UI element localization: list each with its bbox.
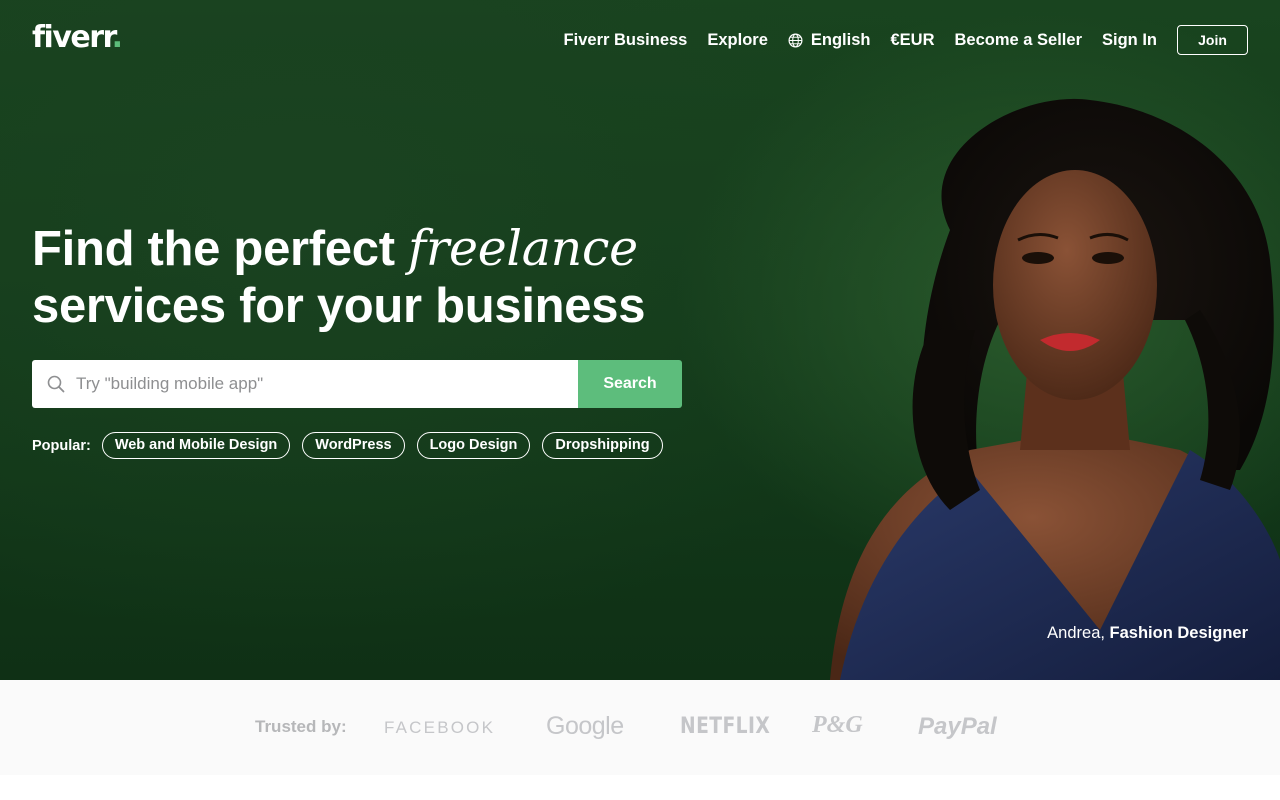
trusted-by-label: Trusted by: <box>255 717 347 736</box>
popular-tag[interactable]: Web and Mobile Design <box>101 432 291 459</box>
globe-icon <box>788 33 803 47</box>
search-button[interactable]: Search <box>578 360 682 408</box>
hero-caption: Andrea, Fashion Designer <box>1047 624 1248 643</box>
nav-explore[interactable]: Explore <box>707 25 768 55</box>
hero-headline: Find the perfect freelance services for … <box>32 220 732 335</box>
caption-name: Andrea, <box>1047 624 1110 642</box>
trusted-by-bar: Trusted by: FACEBOOK Google NETFLIX P&G … <box>0 680 1280 775</box>
pg-logo: P&G <box>812 712 863 738</box>
search-bar: Search <box>32 360 682 408</box>
logo-dot: . <box>111 20 123 55</box>
nav-language[interactable]: English <box>788 25 871 55</box>
search-input[interactable] <box>76 374 546 394</box>
headline-emphasis: freelance <box>408 220 638 277</box>
search-box[interactable] <box>32 360 578 408</box>
nav-currency[interactable]: €EUR <box>890 25 934 55</box>
netflix-logo: NETFLIX <box>680 714 771 739</box>
search-icon <box>47 375 65 393</box>
hero-section: fiverr. Fiverr Business Explore English … <box>0 0 1280 680</box>
nav-fiverr-business[interactable]: Fiverr Business <box>564 25 688 55</box>
join-button[interactable]: Join <box>1177 25 1248 55</box>
popular-tag[interactable]: Dropshipping <box>542 432 663 459</box>
nav-sign-in[interactable]: Sign In <box>1102 25 1157 55</box>
popular-tag[interactable]: WordPress <box>302 432 405 459</box>
headline-part1: Find the perfect <box>32 222 409 276</box>
google-logo: Google <box>546 712 624 740</box>
top-navigation: fiverr. Fiverr Business Explore English … <box>0 0 1280 80</box>
nav-links: Fiverr Business Explore English €EUR Bec… <box>544 25 1248 55</box>
language-label: English <box>810 31 871 49</box>
logo-text: fiverr <box>32 20 113 55</box>
caption-role: Fashion Designer <box>1109 624 1248 642</box>
headline-part2: services for your business <box>32 279 646 333</box>
popular-tag[interactable]: Logo Design <box>416 432 531 459</box>
nav-become-seller[interactable]: Become a Seller <box>955 25 1083 55</box>
facebook-logo: FACEBOOK <box>384 718 496 737</box>
popular-searches: Popular: Web and Mobile Design WordPress… <box>32 432 675 459</box>
fiverr-logo[interactable]: fiverr. <box>32 20 123 56</box>
popular-label: Popular: <box>32 437 91 454</box>
paypal-logo: PayPal <box>918 713 997 740</box>
hero-person-image <box>830 98 1280 680</box>
